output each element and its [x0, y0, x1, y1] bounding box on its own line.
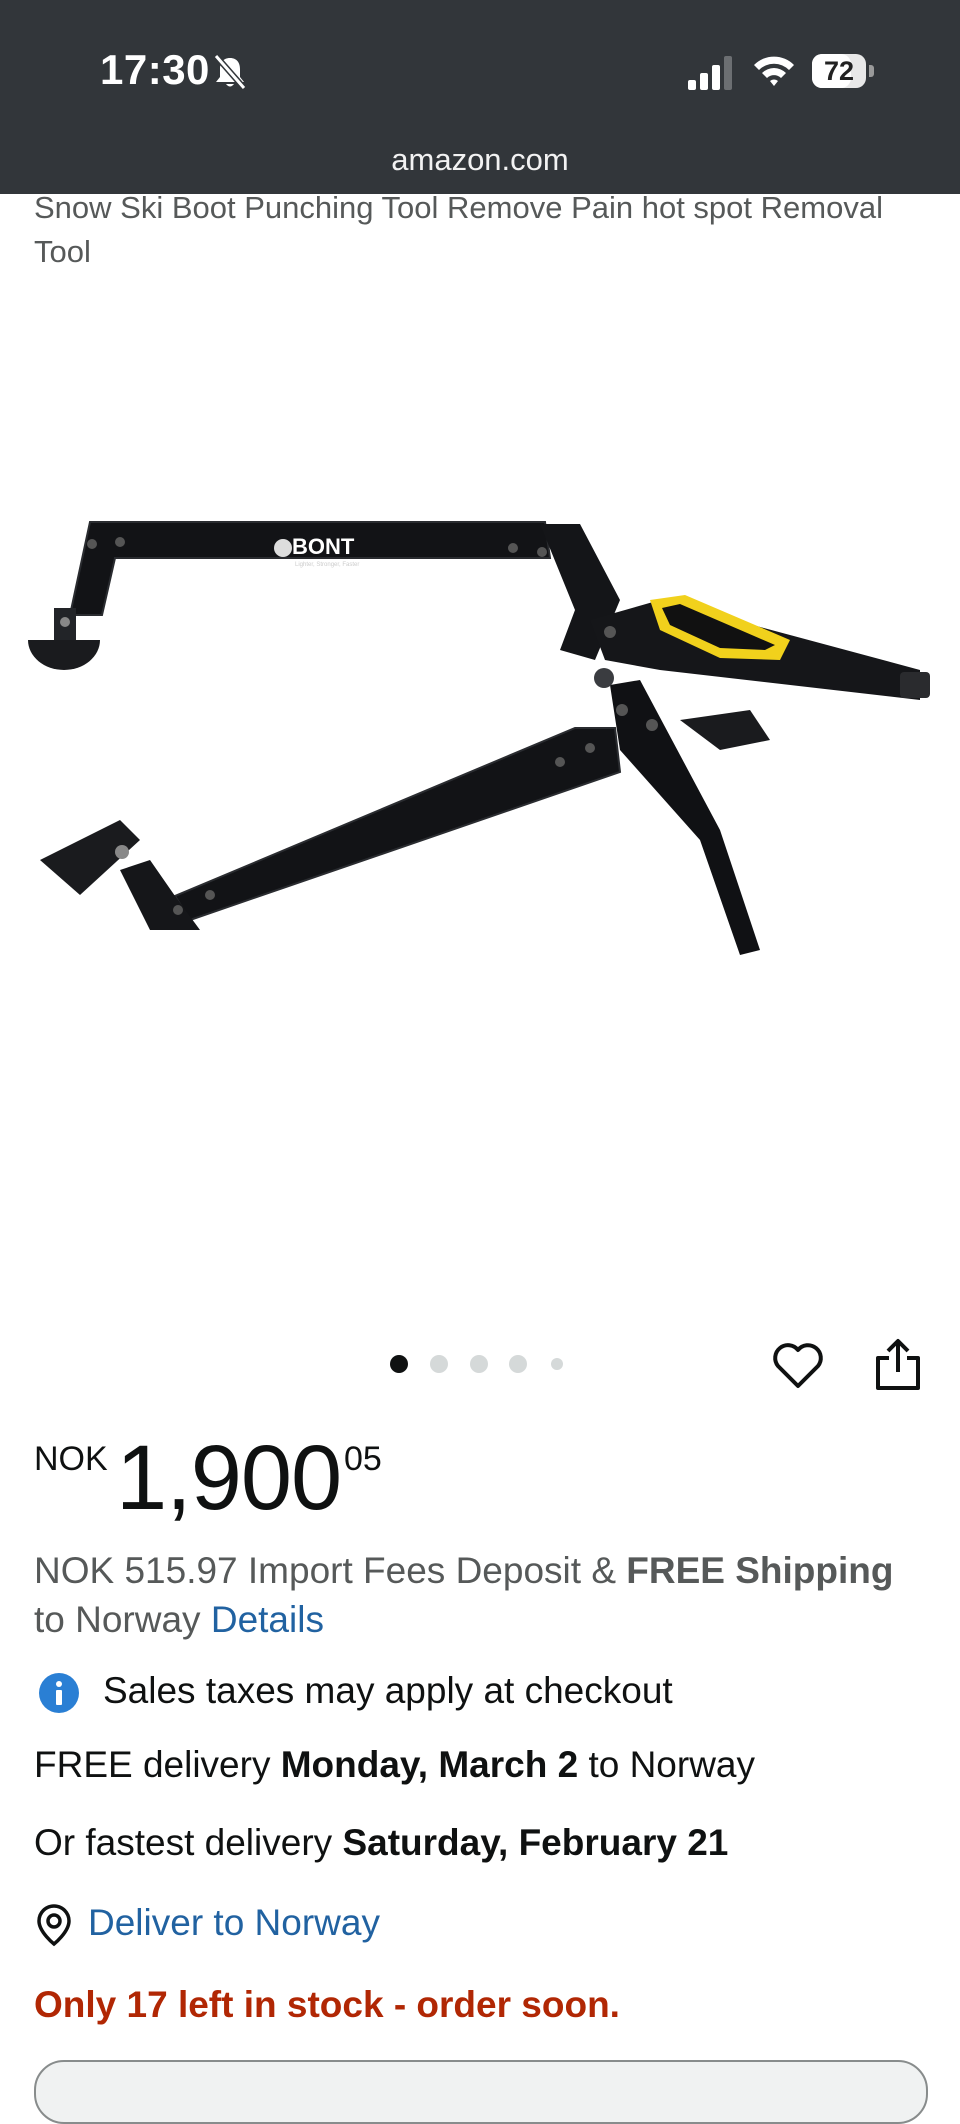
product-title[interactable]: Snow Ski Boot Punching Tool Remove Pain … — [34, 186, 914, 274]
cellular-signal-icon — [688, 56, 732, 90]
fastest-delivery-prefix: Or fastest delivery — [34, 1822, 343, 1863]
heart-icon[interactable] — [770, 1338, 826, 1394]
price-whole: 1,900 — [116, 1427, 342, 1529]
free-delivery-suffix: to Norway — [578, 1744, 756, 1785]
carousel-dot-1[interactable] — [390, 1355, 408, 1373]
fastest-delivery-date: Saturday, February 21 — [342, 1822, 729, 1863]
image-carousel-dots[interactable] — [390, 1352, 570, 1376]
deliver-to-text[interactable]: Deliver to Norway — [88, 1902, 380, 1944]
fees-text-b: to Norway — [34, 1599, 211, 1640]
fees-text-a: NOK 515.97 Import Fees Deposit & — [34, 1550, 627, 1591]
carousel-dot-2[interactable] — [430, 1355, 448, 1373]
wifi-icon — [754, 56, 794, 86]
brand-tagline-text: Lighter, Stronger, Faster — [295, 562, 359, 568]
price-currency: NOK — [34, 1440, 108, 1478]
browser-top-bar: 17:30 72 amazon.com — [0, 0, 960, 194]
fastest-delivery-info: Or fastest delivery Saturday, February 2… — [34, 1822, 728, 1864]
free-delivery-date: Monday, March 2 — [280, 1744, 579, 1785]
quantity-select[interactable] — [34, 2060, 928, 2124]
import-fees-text: NOK 515.97 Import Fees Deposit & FREE Sh… — [34, 1546, 914, 1644]
free-delivery-prefix: FREE delivery — [34, 1744, 281, 1785]
free-shipping-label: FREE Shipping — [626, 1550, 894, 1591]
info-icon — [39, 1673, 79, 1713]
brand-logo-text: BONT — [292, 534, 355, 559]
battery-level-text: 72 — [823, 56, 855, 86]
bell-slash-icon — [213, 54, 247, 90]
details-link[interactable]: Details — [211, 1599, 324, 1640]
carousel-dot-4[interactable] — [509, 1355, 527, 1373]
price-fraction: 05 — [344, 1440, 382, 1478]
stock-status: Only 17 left in stock - order soon. — [34, 1984, 620, 2025]
free-delivery-info: FREE delivery Monday, March 2 to Norway — [34, 1744, 755, 1786]
url-bar[interactable]: amazon.com — [0, 142, 960, 178]
location-pin-icon — [37, 1904, 71, 1947]
battery-indicator: 72 — [812, 54, 874, 88]
status-time: 17:30 — [100, 46, 210, 93]
carousel-dot-5[interactable] — [551, 1358, 563, 1370]
carousel-dot-3[interactable] — [470, 1355, 488, 1373]
tax-notice-text: Sales taxes may apply at checkout — [103, 1670, 673, 1711]
product-image[interactable]: BONT Lighter, Stronger, Faster — [20, 500, 940, 1040]
share-icon[interactable] — [872, 1336, 924, 1394]
